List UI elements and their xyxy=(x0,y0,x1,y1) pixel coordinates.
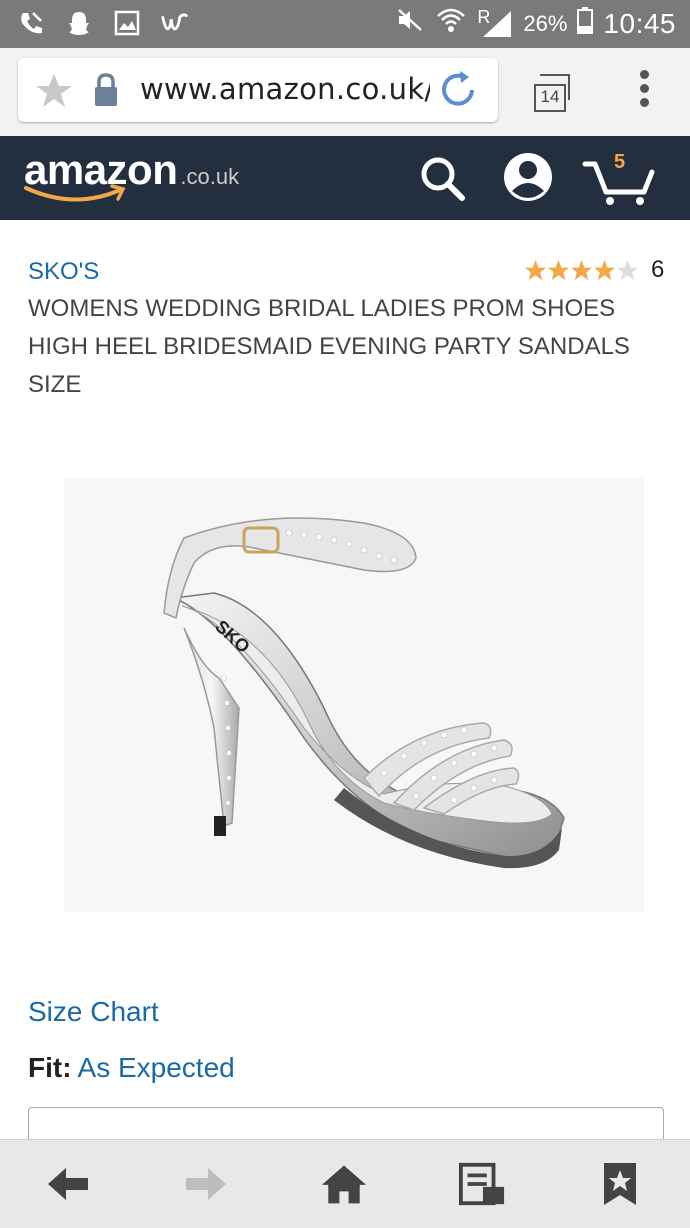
snapchat-icon xyxy=(64,8,94,38)
cart-button[interactable]: 5 xyxy=(582,150,658,211)
star-empty-icon xyxy=(616,259,639,280)
app-w-icon xyxy=(160,8,190,38)
product-image[interactable]: SKO xyxy=(64,478,644,912)
rating[interactable]: 6 xyxy=(524,256,664,284)
bookmark-icon[interactable] xyxy=(596,1160,644,1208)
url-text: www.amazon.co.uk/ xyxy=(140,72,430,106)
mute-icon xyxy=(395,6,425,41)
star-icon[interactable] xyxy=(34,72,74,115)
brand-link[interactable]: SKO'S xyxy=(28,258,99,286)
home-icon[interactable] xyxy=(320,1160,368,1208)
forward-icon[interactable] xyxy=(182,1160,230,1208)
product-title: WOMENS WEDDING BRIDAL LADIES PROM SHOES … xyxy=(28,295,630,398)
star-full-icon xyxy=(593,259,616,280)
status-bar: R 26% 10:45 xyxy=(0,0,690,48)
address-bar[interactable]: www.amazon.co.uk/ xyxy=(18,58,498,122)
browser-bottom-nav xyxy=(0,1139,690,1228)
missed-call-icon xyxy=(16,8,46,38)
star-full-icon xyxy=(547,259,570,280)
star-full-icon xyxy=(570,259,593,280)
size-chart-link[interactable]: Size Chart xyxy=(28,996,159,1028)
cart-count: 5 xyxy=(614,151,626,173)
search-icon[interactable] xyxy=(418,154,466,207)
notification-icons xyxy=(16,8,190,38)
battery-icon xyxy=(577,6,594,41)
amazon-header: amazon .co.uk 5 xyxy=(0,136,690,220)
wifi-icon xyxy=(435,6,467,41)
system-status: R 26% 10:45 xyxy=(395,6,676,41)
gallery-icon xyxy=(112,8,142,38)
reading-list-icon[interactable] xyxy=(458,1160,506,1208)
logo-tld: .co.uk xyxy=(180,164,240,189)
overflow-menu-button[interactable] xyxy=(632,70,656,114)
review-count: 6 xyxy=(651,256,665,283)
star-rating xyxy=(524,259,639,282)
account-icon[interactable] xyxy=(502,151,554,208)
fit-label: Fit: xyxy=(28,1052,72,1083)
signal-icon: R xyxy=(477,6,513,39)
amazon-smile-icon xyxy=(24,182,134,211)
reload-icon[interactable] xyxy=(436,68,480,117)
browser-toolbar: www.amazon.co.uk/ 14 xyxy=(0,48,690,136)
fit-value-link[interactable]: As Expected xyxy=(78,1052,235,1083)
back-icon[interactable] xyxy=(44,1160,92,1208)
tab-switcher-button[interactable]: 14 xyxy=(528,72,570,112)
battery-percent: 26% xyxy=(523,10,568,36)
roaming-label: R xyxy=(477,6,491,27)
tab-count: 14 xyxy=(534,84,566,112)
lock-icon xyxy=(92,72,120,113)
fit-info: Fit: As Expected xyxy=(28,1052,235,1084)
clock: 10:45 xyxy=(603,7,676,39)
star-full-icon xyxy=(524,259,547,280)
